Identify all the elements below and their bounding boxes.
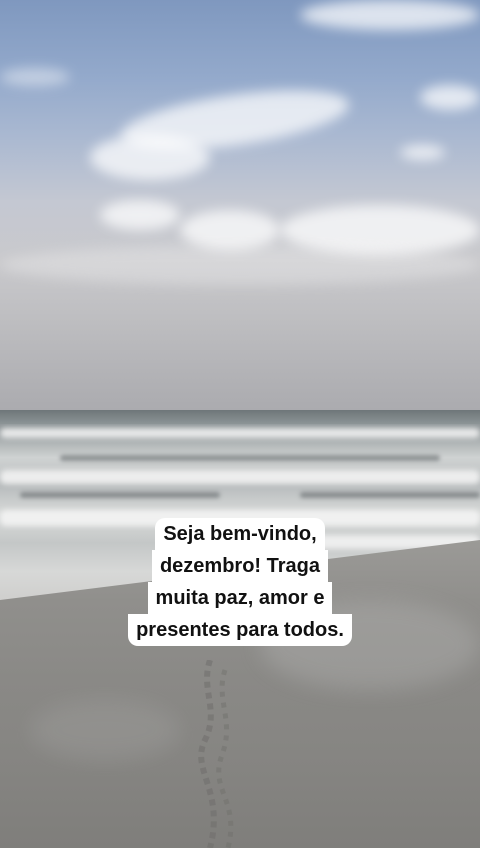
wave-line — [20, 492, 220, 498]
cloud — [300, 0, 480, 30]
cloud — [90, 135, 210, 180]
cloud — [180, 210, 280, 250]
cloud — [420, 85, 480, 110]
cloud — [100, 200, 180, 230]
sky-photo-area — [0, 0, 480, 420]
wet-sand-reflection — [30, 700, 180, 760]
cloud — [0, 68, 70, 86]
caption-line: muita paz, amor e — [147, 582, 333, 614]
caption-line: dezembro! Traga — [151, 550, 329, 582]
caption-line: presentes para todos. — [128, 614, 352, 646]
horizon-line — [0, 410, 480, 424]
cloud — [0, 245, 480, 285]
cloud — [400, 145, 445, 160]
caption-line: Seja bem-vindo, — [155, 518, 325, 550]
wave-line — [300, 492, 480, 498]
wave-line — [60, 455, 440, 461]
story-viewer[interactable]: Seja bem-vindo, dezembro! Traga muita pa… — [0, 0, 480, 848]
wave-foam — [0, 470, 480, 484]
wave-foam — [0, 428, 480, 438]
caption-sticker[interactable]: Seja bem-vindo, dezembro! Traga muita pa… — [0, 518, 480, 646]
footprints-trail — [198, 660, 234, 848]
